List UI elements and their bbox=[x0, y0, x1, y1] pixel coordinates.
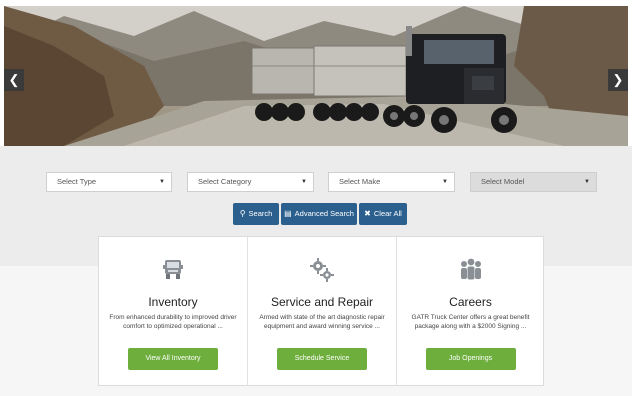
search-button-label: Search bbox=[248, 209, 273, 218]
hero-banner: ❮ ❯ bbox=[4, 6, 628, 146]
job-openings-button[interactable]: Job Openings bbox=[425, 348, 516, 370]
select-make-dropdown[interactable]: Select Make ▼ bbox=[328, 172, 455, 192]
chevron-down-icon: ▼ bbox=[159, 179, 165, 185]
chevron-down-icon: ▼ bbox=[301, 179, 307, 185]
carousel-next-arrow[interactable]: ❯ bbox=[608, 69, 628, 91]
schedule-service-button[interactable]: Schedule Service bbox=[277, 348, 367, 370]
clear-all-button[interactable]: ✖ Clear All bbox=[359, 203, 407, 225]
advanced-search-button[interactable]: ▤ Advanced Search bbox=[281, 203, 357, 225]
truck-icon bbox=[163, 260, 183, 279]
chevron-down-icon: ▼ bbox=[584, 179, 590, 185]
view-all-inventory-button[interactable]: View All Inventory bbox=[128, 348, 218, 370]
select-model-dropdown[interactable]: Select Model ▼ bbox=[470, 172, 597, 192]
select-category-label: Select Category bbox=[198, 177, 252, 186]
card-description: Armed with state of the art diagnostic r… bbox=[259, 314, 385, 330]
card-inventory: Inventory From enhanced durability to im… bbox=[99, 237, 247, 385]
chevron-down-icon: ▼ bbox=[442, 179, 448, 185]
select-type-dropdown[interactable]: Select Type ▼ bbox=[46, 172, 172, 192]
card-description: GATR Truck Center offers a great benefit… bbox=[411, 314, 530, 330]
close-icon: ✖ bbox=[364, 209, 371, 218]
select-type-label: Select Type bbox=[57, 177, 97, 186]
gears-icon bbox=[310, 258, 334, 282]
card-service: Service and Repair Armed with state of t… bbox=[247, 237, 396, 385]
keyboard-icon: ▤ bbox=[284, 209, 292, 218]
select-make-label: Select Make bbox=[339, 177, 381, 186]
feature-cards: Inventory From enhanced durability to im… bbox=[98, 236, 544, 386]
card-description: From enhanced durability to improved dri… bbox=[109, 314, 237, 330]
card-title: Careers bbox=[449, 295, 492, 309]
card-careers: Careers GATR Truck Center offers a great… bbox=[396, 237, 544, 385]
select-model-label: Select Model bbox=[481, 177, 525, 186]
advanced-search-label: Advanced Search bbox=[294, 209, 354, 218]
hero-truck-image bbox=[4, 6, 628, 146]
carousel-prev-arrow[interactable]: ❮ bbox=[4, 69, 24, 91]
clear-all-label: Clear All bbox=[373, 209, 402, 218]
card-title: Inventory bbox=[148, 295, 198, 309]
people-icon bbox=[460, 258, 481, 280]
card-title: Service and Repair bbox=[270, 295, 374, 309]
select-category-dropdown[interactable]: Select Category ▼ bbox=[187, 172, 314, 192]
search-icon: ⚲ bbox=[239, 209, 246, 218]
search-button[interactable]: ⚲ Search bbox=[233, 203, 279, 225]
